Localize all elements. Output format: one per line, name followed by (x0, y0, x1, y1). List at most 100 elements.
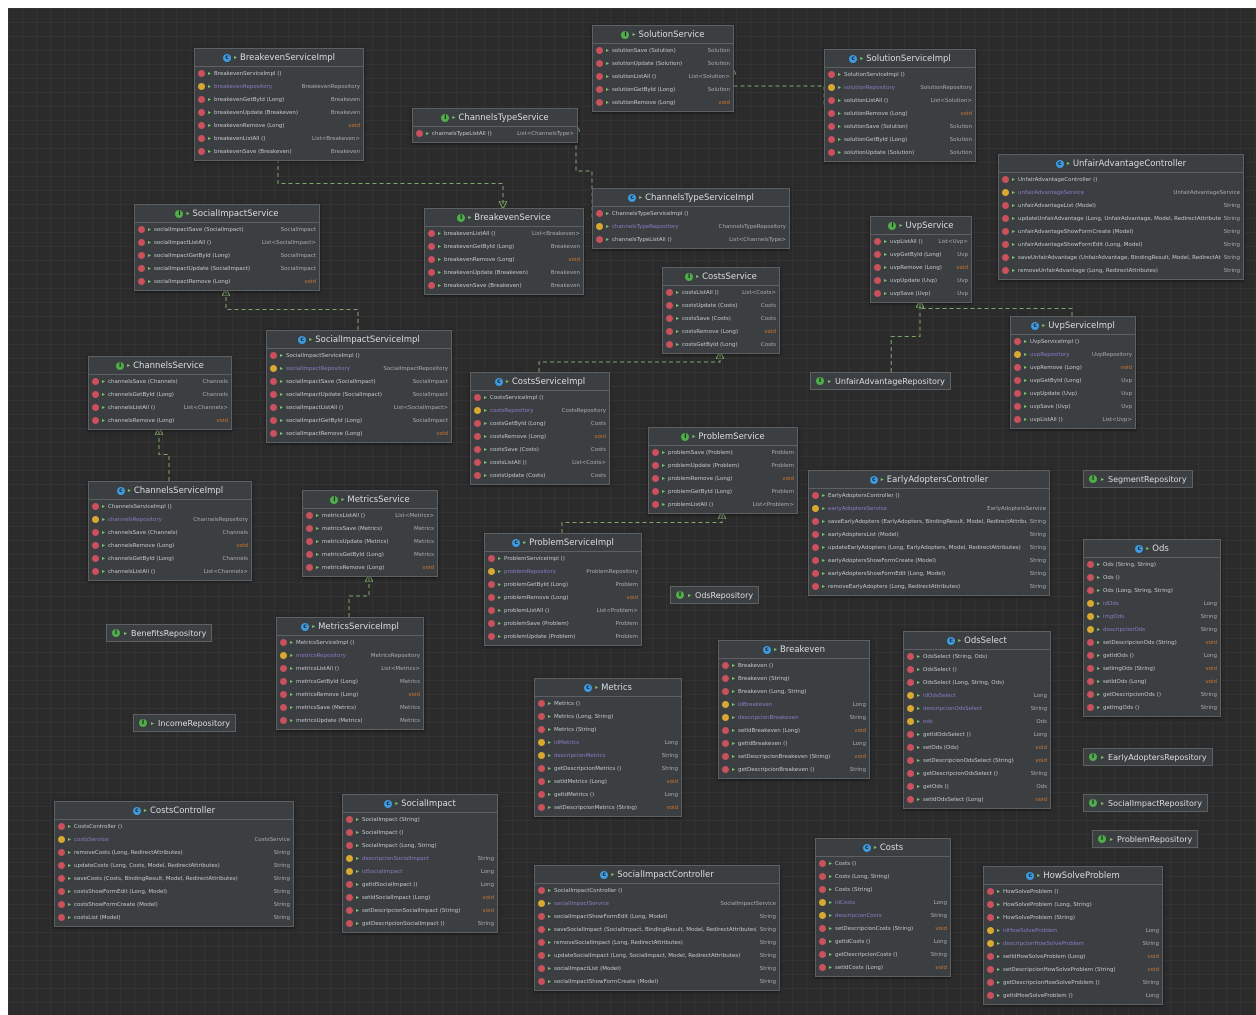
public-visibility-icon: ▸ (186, 210, 190, 217)
member-row: ▸ setDescripcionOds (String) void (1084, 636, 1220, 649)
public-visibility-icon: ▸ (548, 913, 552, 920)
method-icon (812, 518, 819, 525)
public-visibility-icon: ▸ (917, 666, 921, 673)
uml-node-breakeven[interactable]: c ▸ Breakeven ▸ Breakeven () ▸ Breakeven (Stri… (718, 640, 870, 779)
repository-node-socialimpactrepository[interactable]: I ▸ SocialImpactRepository (1083, 794, 1208, 812)
uml-node-metricsserviceimpl[interactable]: c ▸ MetricsServiceImpl ▸ MetricsServiceImpl … (276, 617, 424, 730)
repository-node-segmentrepository[interactable]: I ▸ SegmentRepository (1083, 470, 1193, 488)
method-icon (1002, 176, 1009, 183)
member-type: void (1120, 364, 1132, 371)
field-icon (907, 692, 914, 699)
uml-node-metricsservice[interactable]: I ▸ MetricsService ▸ metricsListAll () List<M… (302, 490, 438, 577)
member-row: ▸ descripcionHowSolveProblem String (984, 937, 1162, 950)
member-type: Long (933, 899, 947, 906)
public-visibility-icon: ▸ (102, 404, 106, 411)
member-name: EarlyAdoptersController () (828, 492, 900, 499)
member-name: Breakeven () (738, 662, 774, 669)
uml-node-costsserviceimpl[interactable]: c ▸ CostsServiceImpl ▸ CostsServiceImpl () ▸ c… (470, 372, 610, 485)
member-type: Long (1145, 992, 1159, 999)
member-type: Metrics (414, 525, 434, 532)
public-visibility-icon: ▸ (523, 539, 527, 546)
public-visibility-icon: ▸ (498, 620, 502, 627)
node-header: c ▸ Metrics (535, 679, 681, 697)
field-icon (346, 855, 353, 862)
member-type: List<Uvp> (938, 238, 968, 245)
uml-node-problemserviceimpl[interactable]: c ▸ ProblemServiceImpl ▸ ProblemServiceImpl … (484, 533, 642, 646)
uml-node-problemservice[interactable]: I ▸ ProblemService ▸ problemSave (Problem) Pr… (648, 427, 798, 514)
member-name: removeCosts (Long, RedirectAttributes) (74, 849, 183, 856)
uml-node-breakevenservice[interactable]: I ▸ BreakevenService ▸ breakevenListAll () Li… (424, 208, 584, 295)
uml-node-unfairadvantagecontroller[interactable]: c ▸ UnfairAdvantageController ▸ UnfairAdvant… (998, 154, 1244, 280)
public-visibility-icon: ▸ (484, 394, 488, 401)
repository-node-unfairadvantagerepository[interactable]: I ▸ UnfairAdvantageRepository (810, 372, 951, 390)
uml-node-uvpservice[interactable]: I ▸ UvpService ▸ uvpListAll () List<Uvp> ▸ uvpG… (870, 216, 972, 303)
public-visibility-icon: ▸ (233, 54, 237, 61)
method-icon (270, 404, 277, 411)
member-name: unfairAdvantageList (Model) (1018, 202, 1096, 209)
uml-node-channelstypeservice[interactable]: I ▸ ChannelsTypeService ▸ channelsTypeListAl… (412, 108, 578, 143)
member-row: ▸ UvpServiceImpl () (1011, 335, 1135, 348)
repository-node-benefitsrepository[interactable]: I ▸ BenefitsRepository (106, 624, 213, 642)
member-row: ▸ uvpRepository UvpRepository (1011, 348, 1135, 361)
field-icon (1087, 626, 1094, 633)
member-row: ▸ getDescripcionSocialImpact () String (343, 917, 497, 930)
method-icon (474, 472, 481, 479)
uml-node-solutionservice[interactable]: I ▸ SolutionService ▸ solutionSave (Solution… (592, 25, 734, 112)
member-name: earlyAdoptersShowFormEdit (Long, Model) (828, 570, 946, 577)
member-row: ▸ descripcionOds String (1084, 623, 1220, 636)
member-type: void (935, 964, 947, 971)
uml-node-earlyadopterscontroller[interactable]: c ▸ EarlyAdoptersController ▸ EarlyAdoptersC… (808, 470, 1050, 596)
uml-node-socialimpactservice[interactable]: I ▸ SocialImpactService ▸ socialImpactSave (… (134, 204, 320, 291)
member-name: ChannelsTypeServiceImpl () (612, 210, 689, 217)
public-visibility-icon: ▸ (899, 222, 903, 229)
uml-node-breakevenserviceimpl[interactable]: c ▸ BreakevenServiceImpl ▸ BreakevenServiceI… (194, 48, 364, 161)
member-name: descripcionSocialImpact (362, 855, 429, 862)
uml-node-solutionserviceimpl[interactable]: c ▸ SolutionServiceImpl ▸ SolutionServiceImp… (824, 49, 976, 162)
node-title: ProblemServiceImpl (529, 537, 614, 548)
member-row: ▸ socialImpactSave (SocialImpact) SocialIm… (135, 223, 319, 236)
member-row: ▸ SocialImpactServiceImpl () (267, 349, 451, 362)
uml-node-uvpserviceimpl[interactable]: c ▸ UvpServiceImpl ▸ UvpServiceImpl () ▸ uvpRe… (1010, 316, 1136, 429)
public-visibility-icon: ▸ (1024, 351, 1028, 358)
uml-node-odsselect[interactable]: c ▸ OdsSelect ▸ OdsSelect (String, Ods) ▸ OdsS… (903, 631, 1051, 809)
member-name: setImgOds (String) (1103, 665, 1156, 672)
repository-node-incomerepository[interactable]: I ▸ IncomeRepository (133, 714, 236, 732)
member-name: Ods () (1103, 574, 1120, 581)
public-visibility-icon: ▸ (838, 110, 842, 117)
method-icon (812, 544, 819, 551)
public-visibility-icon: ▸ (1097, 587, 1101, 594)
uml-node-costsservice[interactable]: I ▸ CostsService ▸ costsListAll () List<Costs… (662, 267, 780, 354)
method-icon (346, 881, 353, 888)
uml-node-costscontroller[interactable]: c ▸ CostsController ▸ CostsController () ▸ cos… (54, 801, 294, 927)
node-title: SolutionServiceImpl (866, 53, 951, 64)
member-name: ods (923, 718, 933, 725)
member-row: ▸ setDescripcionOdsSelect (String) void (904, 754, 1050, 767)
uml-node-socialimpactserviceimpl[interactable]: c ▸ SocialImpactServiceImpl ▸ SocialImpactSe… (266, 330, 452, 443)
uml-node-socialimpactcontroller[interactable]: c ▸ SocialImpactController ▸ SocialImpactCon… (534, 865, 780, 991)
member-row: ▸ costsUpdate (Costs) Costs (471, 469, 609, 482)
member-name: HowSolveProblem (Long, String) (1003, 901, 1092, 908)
public-visibility-icon: ▸ (68, 888, 72, 895)
repository-node-odsrepository[interactable]: I ▸ OdsRepository (670, 586, 760, 604)
uml-node-channelsservice[interactable]: I ▸ ChannelsService ▸ channelsSave (Channels… (88, 356, 232, 430)
uml-node-howsolveproblem[interactable]: c ▸ HowSolveProblem ▸ HowSolveProblem () ▸ How… (983, 866, 1163, 1005)
diagram-canvas[interactable]: c ▸ BreakevenServiceImpl ▸ BreakevenServiceI… (8, 8, 1256, 1015)
uml-node-socialimpact[interactable]: c ▸ SocialImpact ▸ SocialImpact (String) ▸ Soc… (342, 794, 498, 933)
member-type: Breakeven (550, 269, 580, 276)
repository-node-problemrepository[interactable]: I ▸ ProblemRepository (1092, 830, 1199, 848)
uml-node-costs[interactable]: c ▸ Costs ▸ Costs () ▸ Costs (Long, String) ▸ Co… (815, 838, 951, 977)
member-row: ▸ unfairAdvantageShowFormCreate (Model) St… (999, 225, 1243, 238)
member-row: ▸ problemRemove (Long) void (649, 472, 797, 485)
interface-icon: I (330, 495, 339, 504)
method-icon (270, 352, 277, 359)
member-row: ▸ Metrics (String) (535, 723, 681, 736)
member-type: Uvp (957, 251, 968, 258)
public-visibility-icon: ▸ (732, 662, 736, 669)
uml-node-metrics[interactable]: c ▸ Metrics ▸ Metrics () ▸ Metrics (Long, Stri… (534, 678, 682, 817)
public-visibility-icon: ▸ (1097, 704, 1101, 711)
member-name: setIdMetrics (Long) (554, 778, 607, 785)
uml-node-channelstypeserviceimpl[interactable]: c ▸ ChannelsTypeServiceImpl ▸ ChannelsTypeSe… (592, 188, 790, 249)
uml-node-ods[interactable]: c ▸ Ods ▸ Ods (String, String) ▸ Ods () ▸ Ods (L… (1083, 539, 1221, 717)
repository-node-earlyadoptersrepository[interactable]: I ▸ EarlyAdoptersRepository (1083, 748, 1213, 766)
uml-node-channelsserviceimpl[interactable]: c ▸ ChannelsServiceImpl ▸ ChannelsServiceImp… (88, 481, 252, 581)
